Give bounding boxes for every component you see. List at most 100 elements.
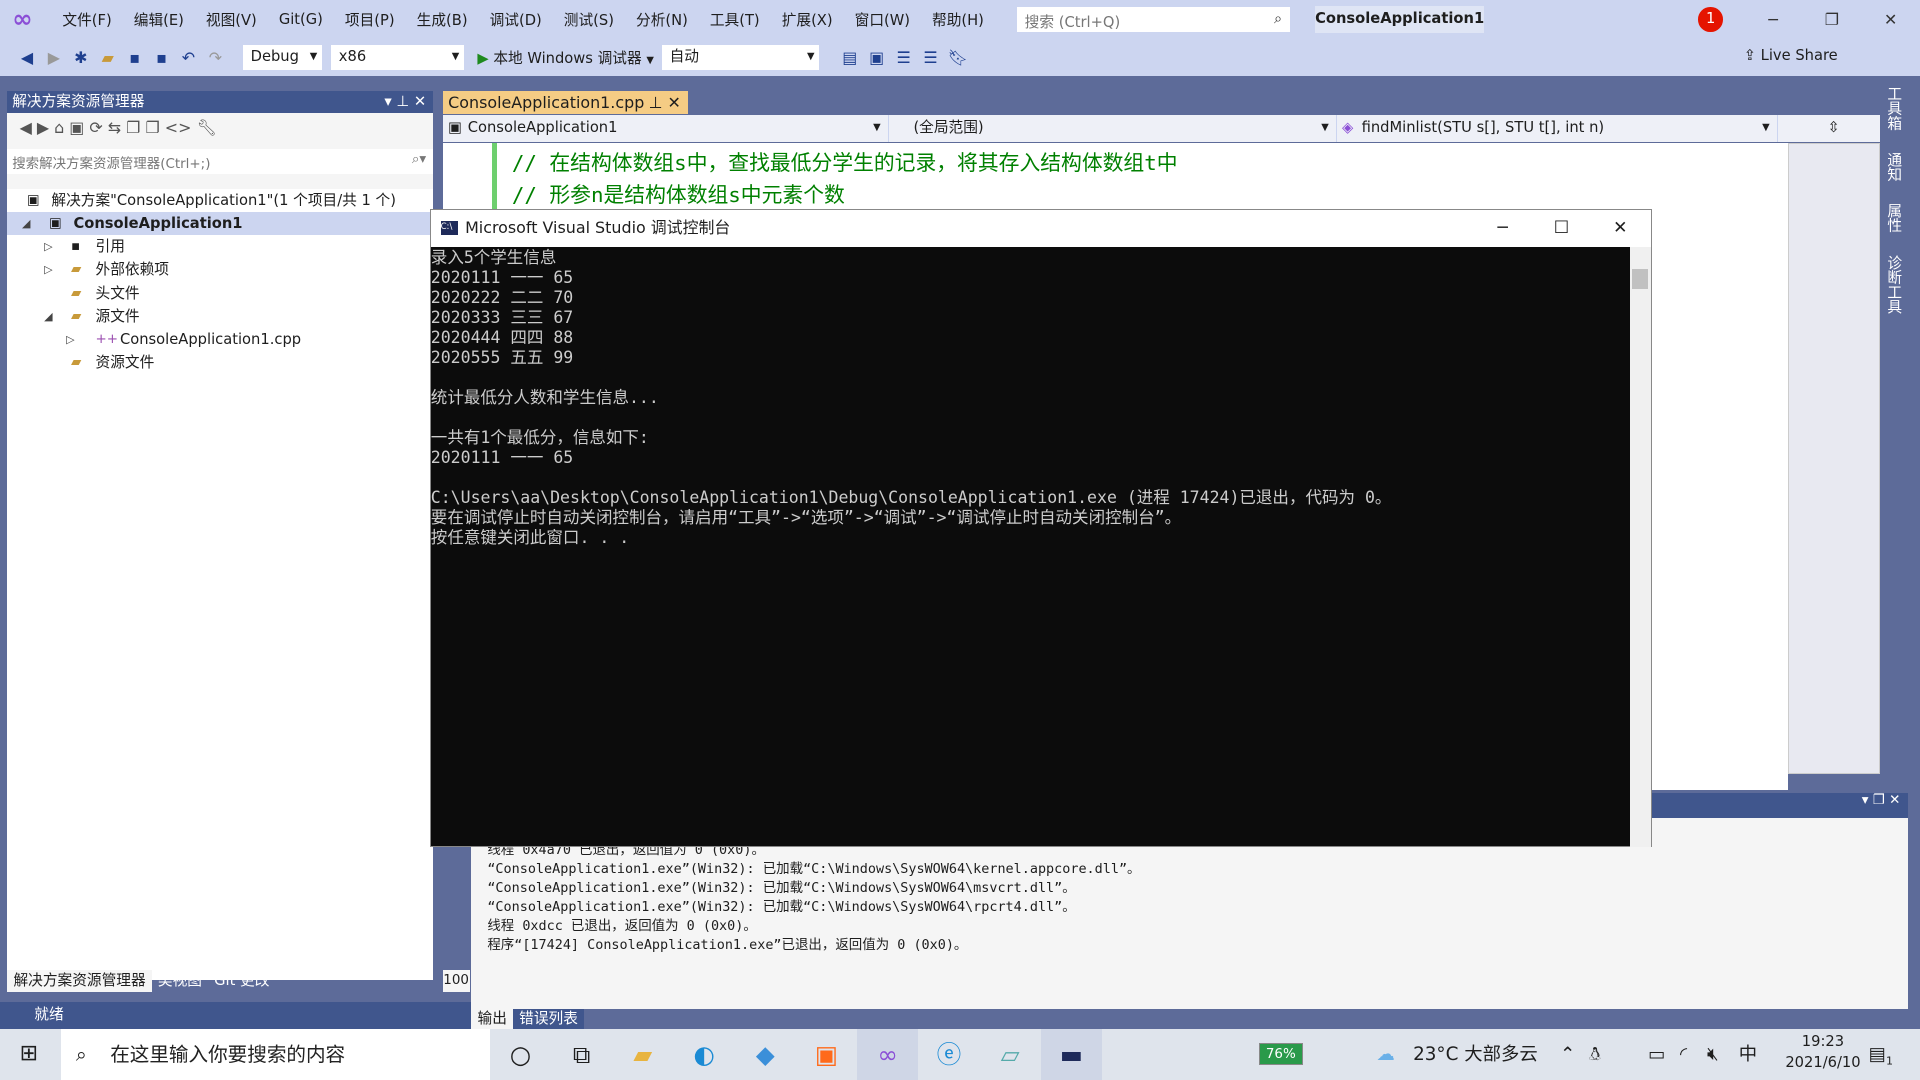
minimize-button[interactable]: ─ <box>1749 5 1798 34</box>
auto-select[interactable]: 自动 ▼ <box>661 44 821 71</box>
taskbar-search[interactable]: ⌕ 在这里输入你要搜索的内容 <box>61 1028 490 1080</box>
debug-console-window[interactable]: C:\ Microsoft Visual Studio 调试控制台 ─ ☐ ✕ … <box>429 209 1652 848</box>
save-all-icon[interactable]: ▪ <box>152 48 172 67</box>
console-close-button[interactable]: ✕ <box>1592 210 1648 247</box>
chevron-down-icon: ▼ <box>806 51 815 63</box>
split-icon[interactable]: ⇳ <box>1787 115 1880 143</box>
find-in-files-icon[interactable]: ▤ <box>840 48 860 67</box>
platform-select[interactable]: x86 ▼ <box>330 44 466 71</box>
panel-controls-icon[interactable]: ▾ ❐ ✕ <box>1862 793 1901 808</box>
console-taskbar-icon[interactable]: ▬ <box>1040 1028 1102 1080</box>
tree-item-external-deps[interactable]: ▷ ▰ 外部依赖项 <box>7 258 433 281</box>
tree-item-header-files[interactable]: ▰ 头文件 <box>7 282 433 305</box>
save-icon[interactable]: ▪ <box>125 48 145 67</box>
tab-class-view[interactable]: 类视图 <box>152 970 208 992</box>
search-icon: ⌕ <box>75 1042 87 1066</box>
tree-item-resource-files[interactable]: ▰ 资源文件 <box>7 351 433 374</box>
volume-muted-icon[interactable]: 🔇︎ <box>1707 1029 1719 1080</box>
menu-extensions[interactable]: 扩展(X) <box>771 9 844 30</box>
file-explorer-icon[interactable]: ▰ <box>612 1029 673 1080</box>
tree-item-project[interactable]: ◢ ▣ ConsoleApplication1 <box>7 211 434 236</box>
windows-start-icon[interactable]: ⊞ <box>20 1041 38 1066</box>
run-button[interactable]: ▶ 本地 Windows 调试器 ▼ <box>477 47 654 68</box>
edge-icon[interactable]: ◐ <box>673 1029 734 1080</box>
ime-indicator[interactable]: 中 <box>1739 1029 1757 1080</box>
open-folder-icon[interactable]: ▰ <box>98 48 118 67</box>
configuration-select[interactable]: Debug ▼ <box>242 44 324 71</box>
notification-badge[interactable]: 1 <box>1698 7 1723 32</box>
side-tab-properties[interactable]: 属性 <box>1883 203 1904 232</box>
tree-item-solution[interactable]: ▣ 解决方案"ConsoleApplication1"(1 个项目/共 1 个) <box>7 189 433 212</box>
tab-solution-explorer[interactable]: 解决方案资源管理器 <box>7 969 152 992</box>
side-tab-diagnostics[interactable]: 诊断工具 <box>1883 255 1904 314</box>
menu-build[interactable]: 生成(B) <box>406 9 479 30</box>
tray-expand-icon[interactable]: ⌃ <box>1560 1029 1575 1080</box>
menu-analyze[interactable]: 分析(N) <box>625 9 699 30</box>
tab-git-changes[interactable]: Git 更改 <box>208 970 275 992</box>
zoom-level[interactable]: 100 <box>443 969 471 992</box>
output-header: ▾ ❐ ✕ <box>1650 793 1908 818</box>
menu-tools[interactable]: 工具(T) <box>699 9 771 30</box>
search-input[interactable]: 搜索 (Ctrl+Q) ⌕ <box>1016 6 1291 34</box>
solution-search-input[interactable]: 搜索解决方案资源管理器(Ctrl+;) ⌕▾ <box>7 149 434 174</box>
visual-studio-icon[interactable]: ∞ <box>857 1028 919 1080</box>
cortana-icon[interactable]: ○ <box>490 1029 551 1080</box>
menu-git[interactable]: Git(G) <box>268 11 334 28</box>
tab-output[interactable]: 输出 <box>471 1008 514 1029</box>
tab-error-list[interactable]: 错误列表 <box>513 1008 585 1029</box>
menu-debug[interactable]: 调试(D) <box>479 9 553 30</box>
screenshot-icon[interactable]: ▣ <box>867 48 887 67</box>
action-center-icon[interactable]: ▤1 <box>1869 1029 1893 1080</box>
side-tab-toolbox[interactable]: 工具箱 <box>1883 86 1904 130</box>
ie-icon[interactable]: ⓔ <box>918 1029 979 1080</box>
function-dropdown[interactable]: ◈ findMinlist(STU s[], STU t[], int n) ▼ <box>1337 115 1778 143</box>
close-tab-icon[interactable]: ⊥ ✕ <box>649 91 681 114</box>
qq-icon[interactable]: 🐧︎ <box>1589 1029 1600 1080</box>
scope-dropdown[interactable]: (全局范围) ▼ <box>889 115 1338 143</box>
menu-help[interactable]: 帮助(H) <box>921 9 995 30</box>
console-maximize-button[interactable]: ☐ <box>1533 210 1589 247</box>
console-titlebar[interactable]: C:\ Microsoft Visual Studio 调试控制台 ─ ☐ ✕ <box>430 210 1651 248</box>
nav-scope: (全局范围) <box>913 119 984 137</box>
chevron-down-icon: ▼ <box>309 51 318 63</box>
menu-view[interactable]: 视图(V) <box>195 9 268 30</box>
toolbar-icons[interactable]: ◀ ▶ ⌂ ▣ ⟳ ⇆ ❐ ❐ <> 🔧︎ <box>20 118 217 137</box>
new-project-icon[interactable]: ✱ <box>71 48 91 67</box>
task-view-icon[interactable]: ⧉ <box>551 1029 612 1080</box>
back-icon[interactable]: ◀ <box>17 48 37 67</box>
tree-item-source-files[interactable]: ◢ ▰ 源文件 <box>7 305 433 328</box>
clock[interactable]: 19:23 2021/6/10 <box>1785 1032 1860 1080</box>
weather-text[interactable]: 23°C 大部多云 <box>1413 1029 1538 1080</box>
wifi-icon[interactable]: ◜ <box>1680 1029 1687 1080</box>
indent-icon[interactable]: ☰ <box>894 48 914 67</box>
close-icon[interactable]: ▾ ⊥ ✕ <box>384 91 426 113</box>
live-share-button[interactable]: ⇪ Live Share <box>1744 47 1838 64</box>
tab-cpp-file[interactable]: ConsoleApplication1.cpp ⊥ ✕ <box>443 90 689 114</box>
outdent-icon[interactable]: ☰ <box>921 48 941 67</box>
battery-icon[interactable]: ▭ <box>1648 1029 1665 1080</box>
tree-item-references[interactable]: ▷ ▪ 引用 <box>7 235 433 258</box>
project-dropdown[interactable]: ▣ ConsoleApplication1 ▼ <box>443 115 889 143</box>
menu-project[interactable]: 项目(P) <box>334 9 406 30</box>
scrollbar-minimap[interactable] <box>1787 143 1880 774</box>
menu-edit[interactable]: 编辑(E) <box>123 9 195 30</box>
maximize-button[interactable]: ❐ <box>1807 5 1856 34</box>
scroll-thumb[interactable] <box>1632 269 1649 289</box>
close-button[interactable]: ✕ <box>1866 5 1915 34</box>
console-minimize-button[interactable]: ─ <box>1475 210 1531 247</box>
side-tab-notifications[interactable]: 通知 <box>1883 152 1904 181</box>
app-icon[interactable]: ◆ <box>735 1029 796 1080</box>
forward-icon[interactable]: ▶ <box>44 48 64 67</box>
tree-item-cpp-file[interactable]: ▷ ++ ConsoleApplication1.cpp <box>7 328 433 351</box>
undo-icon[interactable]: ↶ <box>179 48 199 67</box>
console-scrollbar[interactable] <box>1630 247 1651 848</box>
battery-indicator[interactable]: 76% <box>1258 1043 1303 1066</box>
app-icon-window[interactable]: ▱ <box>980 1029 1041 1080</box>
redo-icon[interactable]: ↷ <box>206 48 226 67</box>
menu-test[interactable]: 测试(S) <box>553 9 625 30</box>
console-line: 要在调试停止时自动关闭控制台，请启用“工具”->“选项”->“调试”->“调试停… <box>430 507 1182 527</box>
app-icon-orange[interactable]: ▣ <box>796 1029 857 1080</box>
bookmark-icon[interactable]: 🔖︎ <box>948 48 968 67</box>
menu-file[interactable]: 文件(F) <box>51 9 122 30</box>
menu-window[interactable]: 窗口(W) <box>844 9 921 30</box>
